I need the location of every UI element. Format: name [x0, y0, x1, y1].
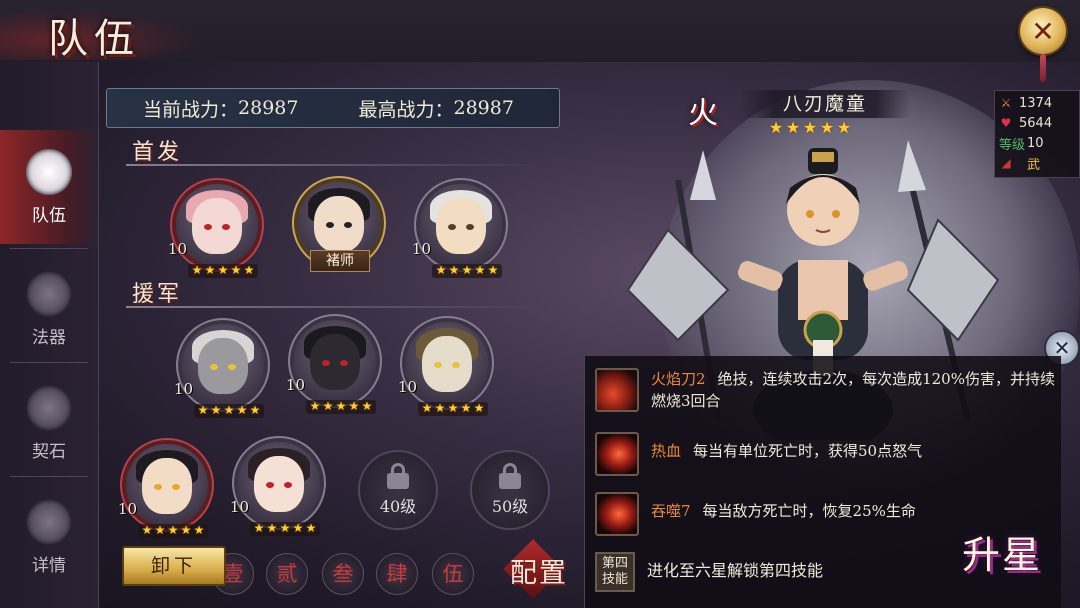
hero-slot-support-1[interactable]: 10 ★ ★ ★ ★ ★ [174, 322, 272, 426]
skill-name: 火焰刀2 [651, 370, 706, 388]
hero-slot-support-2[interactable]: 10 ★ ★ ★ ★ ★ [286, 318, 384, 422]
close-button[interactable]: ✕ [1020, 8, 1066, 54]
element-badge: 火 [688, 96, 718, 131]
hero-slot-support-5[interactable]: 10 ★ ★ ★ ★ ★ [230, 440, 328, 544]
hero-name-tag: 褚师 [310, 250, 370, 272]
hero-name: 八刃魔童 [740, 90, 910, 118]
unlock-level-label: 40级 [379, 497, 417, 516]
artifact-icon [26, 270, 72, 317]
max-power-label: 最高战力： [358, 98, 454, 121]
heart-icon: ♥ [1000, 116, 1012, 130]
unload-button[interactable]: 卸下 [122, 546, 226, 586]
nav-item-label: 法器 [32, 327, 66, 348]
hot-blood-skill-icon [595, 432, 639, 476]
hero-stars: ★ ★ ★ ★ ★ [194, 404, 264, 418]
nav-divider [10, 476, 88, 477]
nav-item-artifact[interactable]: 法器 [0, 252, 98, 366]
locked-slot-2[interactable]: 50级 [470, 450, 550, 530]
stat-type: ◢ 武 [999, 153, 1040, 173]
team-tab-4[interactable]: 肆 [376, 553, 418, 595]
left-nav: 队伍 法器 契石 详情 [0, 62, 99, 608]
hero-stars: ★ ★ ★ ★ ★ [250, 522, 320, 536]
unlock-level-label: 50级 [491, 497, 529, 516]
hero-portrait [420, 184, 502, 266]
skill-row[interactable]: 火焰刀2 绝技，连续攻击2次，每次造成120%伤害，并持续燃烧3回合 [595, 368, 1055, 412]
hero-portrait [406, 322, 488, 404]
stat-attack: ⚔ 1374 [1000, 95, 1053, 111]
power-bar: 当前战力： 28987 最高战力： 28987 [106, 88, 560, 128]
devour-skill-icon [595, 492, 639, 536]
current-power-value: 28987 [238, 97, 299, 119]
hero-portrait [294, 320, 376, 402]
blade-icon: ◢ [1001, 156, 1011, 170]
close-icon: ✕ [1031, 14, 1055, 48]
hero-level: 10 [412, 240, 432, 258]
stat-hp: ♥ 5644 [1000, 115, 1053, 131]
hero-stars: ★ ★ ★ ★ ★ [188, 264, 258, 278]
locked-slot-1[interactable]: 40级 [358, 450, 438, 530]
stat-panel: ⚔ 1374 ♥ 5644 等级 10 ◢ 武 [994, 90, 1080, 178]
page-title: 队伍 [48, 16, 140, 62]
contract-stone-icon [26, 384, 72, 431]
hero-stars: ★ ★ ★ ★ ★ [432, 264, 502, 278]
hero-slot-support-3[interactable]: 10 ★ ★ ★ ★ ★ [398, 320, 496, 424]
hero-level: 10 [118, 500, 138, 518]
hero-slot-support-4[interactable]: 10 ★ ★ ★ ★ ★ [118, 442, 216, 546]
close-tassel-decoration [1040, 54, 1046, 82]
hero-level: 10 [286, 376, 306, 394]
hero-slot-starting-2[interactable]: 褚师 [290, 180, 388, 284]
detail-icon [26, 498, 72, 545]
hero-level: 10 [398, 378, 418, 396]
hero-slot-starting-3[interactable]: 10 ★ ★ ★ ★ ★ [412, 182, 510, 286]
hero-stars: ★ ★ ★ ★ ★ [306, 400, 376, 414]
fourth-skill-icon: 第四 技能 [595, 552, 635, 592]
current-power-label: 当前战力： [143, 98, 239, 121]
sword-icon: ⚔ [1000, 96, 1012, 110]
section-starting-title: 首发 [132, 140, 183, 165]
nav-item-team[interactable]: 队伍 [0, 130, 98, 244]
section-divider [126, 306, 546, 308]
skill-description: 绝技，连续攻击2次，每次造成120%伤害，并持续燃烧3回合 [651, 370, 1055, 410]
hero-level: 10 [174, 380, 194, 398]
nav-item-label: 详情 [32, 555, 66, 576]
nav-item-label: 契石 [32, 441, 66, 462]
team-tab-2[interactable]: 贰 [266, 553, 308, 595]
skill-name: 吞噬7 [651, 502, 691, 520]
hero-slot-starting-1[interactable]: 10 ★ ★ ★ ★ ★ [168, 182, 266, 286]
nav-divider [10, 362, 88, 363]
hero-star-rating: ★ ★ ★ ★ ★ [768, 118, 852, 137]
hero-stars: ★ ★ ★ ★ ★ [138, 524, 208, 538]
star-up-button[interactable]: 升星 [962, 524, 1042, 579]
nav-item-label: 队伍 [32, 205, 66, 226]
team-tab-3[interactable]: 叁 [322, 553, 364, 595]
team-icon [26, 148, 72, 195]
skill-description: 进化至六星解锁第四技能 [647, 561, 824, 580]
hero-portrait [182, 324, 264, 406]
skill-name: 热血 [651, 442, 682, 460]
nav-item-contract-stone[interactable]: 契石 [0, 366, 98, 480]
fire-blade-skill-icon [595, 368, 639, 412]
hero-stars: ★ ★ ★ ★ ★ [418, 402, 488, 416]
hero-level: 10 [230, 498, 250, 516]
skill-row[interactable]: 热血 每当有单位死亡时，获得50点怒气 [595, 432, 1055, 476]
lock-icon [387, 463, 409, 489]
max-power-value: 28987 [453, 97, 514, 119]
nav-divider [10, 248, 88, 249]
nav-item-detail[interactable]: 详情 [0, 480, 98, 594]
section-divider [126, 164, 546, 166]
lock-icon [499, 463, 521, 489]
hero-portrait [238, 442, 320, 524]
hero-portrait [126, 444, 208, 526]
skill-description: 每当有单位死亡时，获得50点怒气 [693, 442, 923, 460]
config-button[interactable]: 配置 [504, 544, 574, 596]
hero-level: 10 [168, 240, 188, 258]
stat-level: 等级 10 [999, 135, 1044, 153]
skill-description: 每当敌方死亡时，恢复25%生命 [702, 502, 916, 520]
team-tab-5[interactable]: 伍 [432, 553, 474, 595]
hero-portrait [176, 184, 258, 266]
